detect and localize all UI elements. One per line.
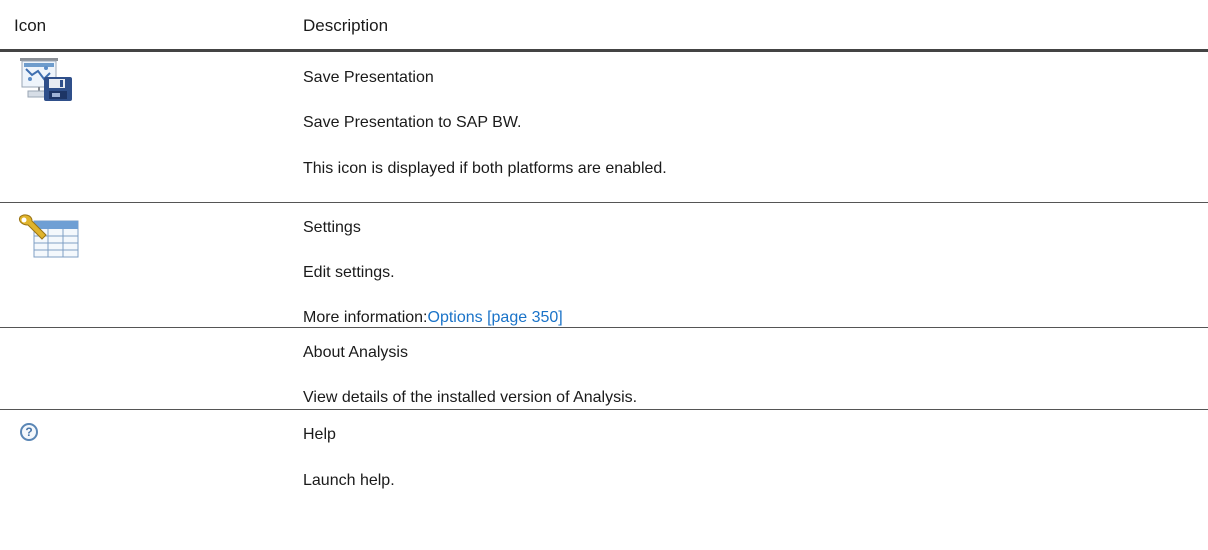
row-note: This icon is displayed if both platforms… [303, 160, 667, 177]
more-information-label: More information: [303, 309, 428, 326]
save-presentation-icon [16, 55, 80, 101]
table-row: ? Help Launch help. [0, 410, 1208, 505]
row-description: View details of the installed version of… [303, 389, 638, 406]
options-page-link[interactable]: Options [page 350] [428, 309, 563, 326]
more-information-line: More information:Options [page 350] [303, 308, 563, 328]
row-title: Save Presentation [303, 69, 434, 86]
icon-description-table: Icon Description Save Presentation Save … [0, 0, 1208, 505]
column-header-description: Description [303, 16, 389, 35]
table-header-row: Icon Description [0, 0, 1208, 52]
help-icon: ? [20, 423, 38, 441]
table-row: Settings Edit settings. More information… [0, 203, 1208, 328]
row-title: Settings [303, 219, 361, 236]
row-title: Help [303, 426, 336, 443]
column-header-icon: Icon [14, 16, 47, 35]
row-description: Save Presentation to SAP BW. [303, 114, 522, 131]
table-row: About Analysis View details of the insta… [0, 328, 1208, 410]
row-description: Launch help. [303, 472, 395, 489]
settings-wrench-table-icon [16, 213, 80, 259]
row-description: Edit settings. [303, 264, 395, 281]
row-title: About Analysis [303, 344, 408, 361]
table-row: Save Presentation Save Presentation to S… [0, 52, 1208, 203]
